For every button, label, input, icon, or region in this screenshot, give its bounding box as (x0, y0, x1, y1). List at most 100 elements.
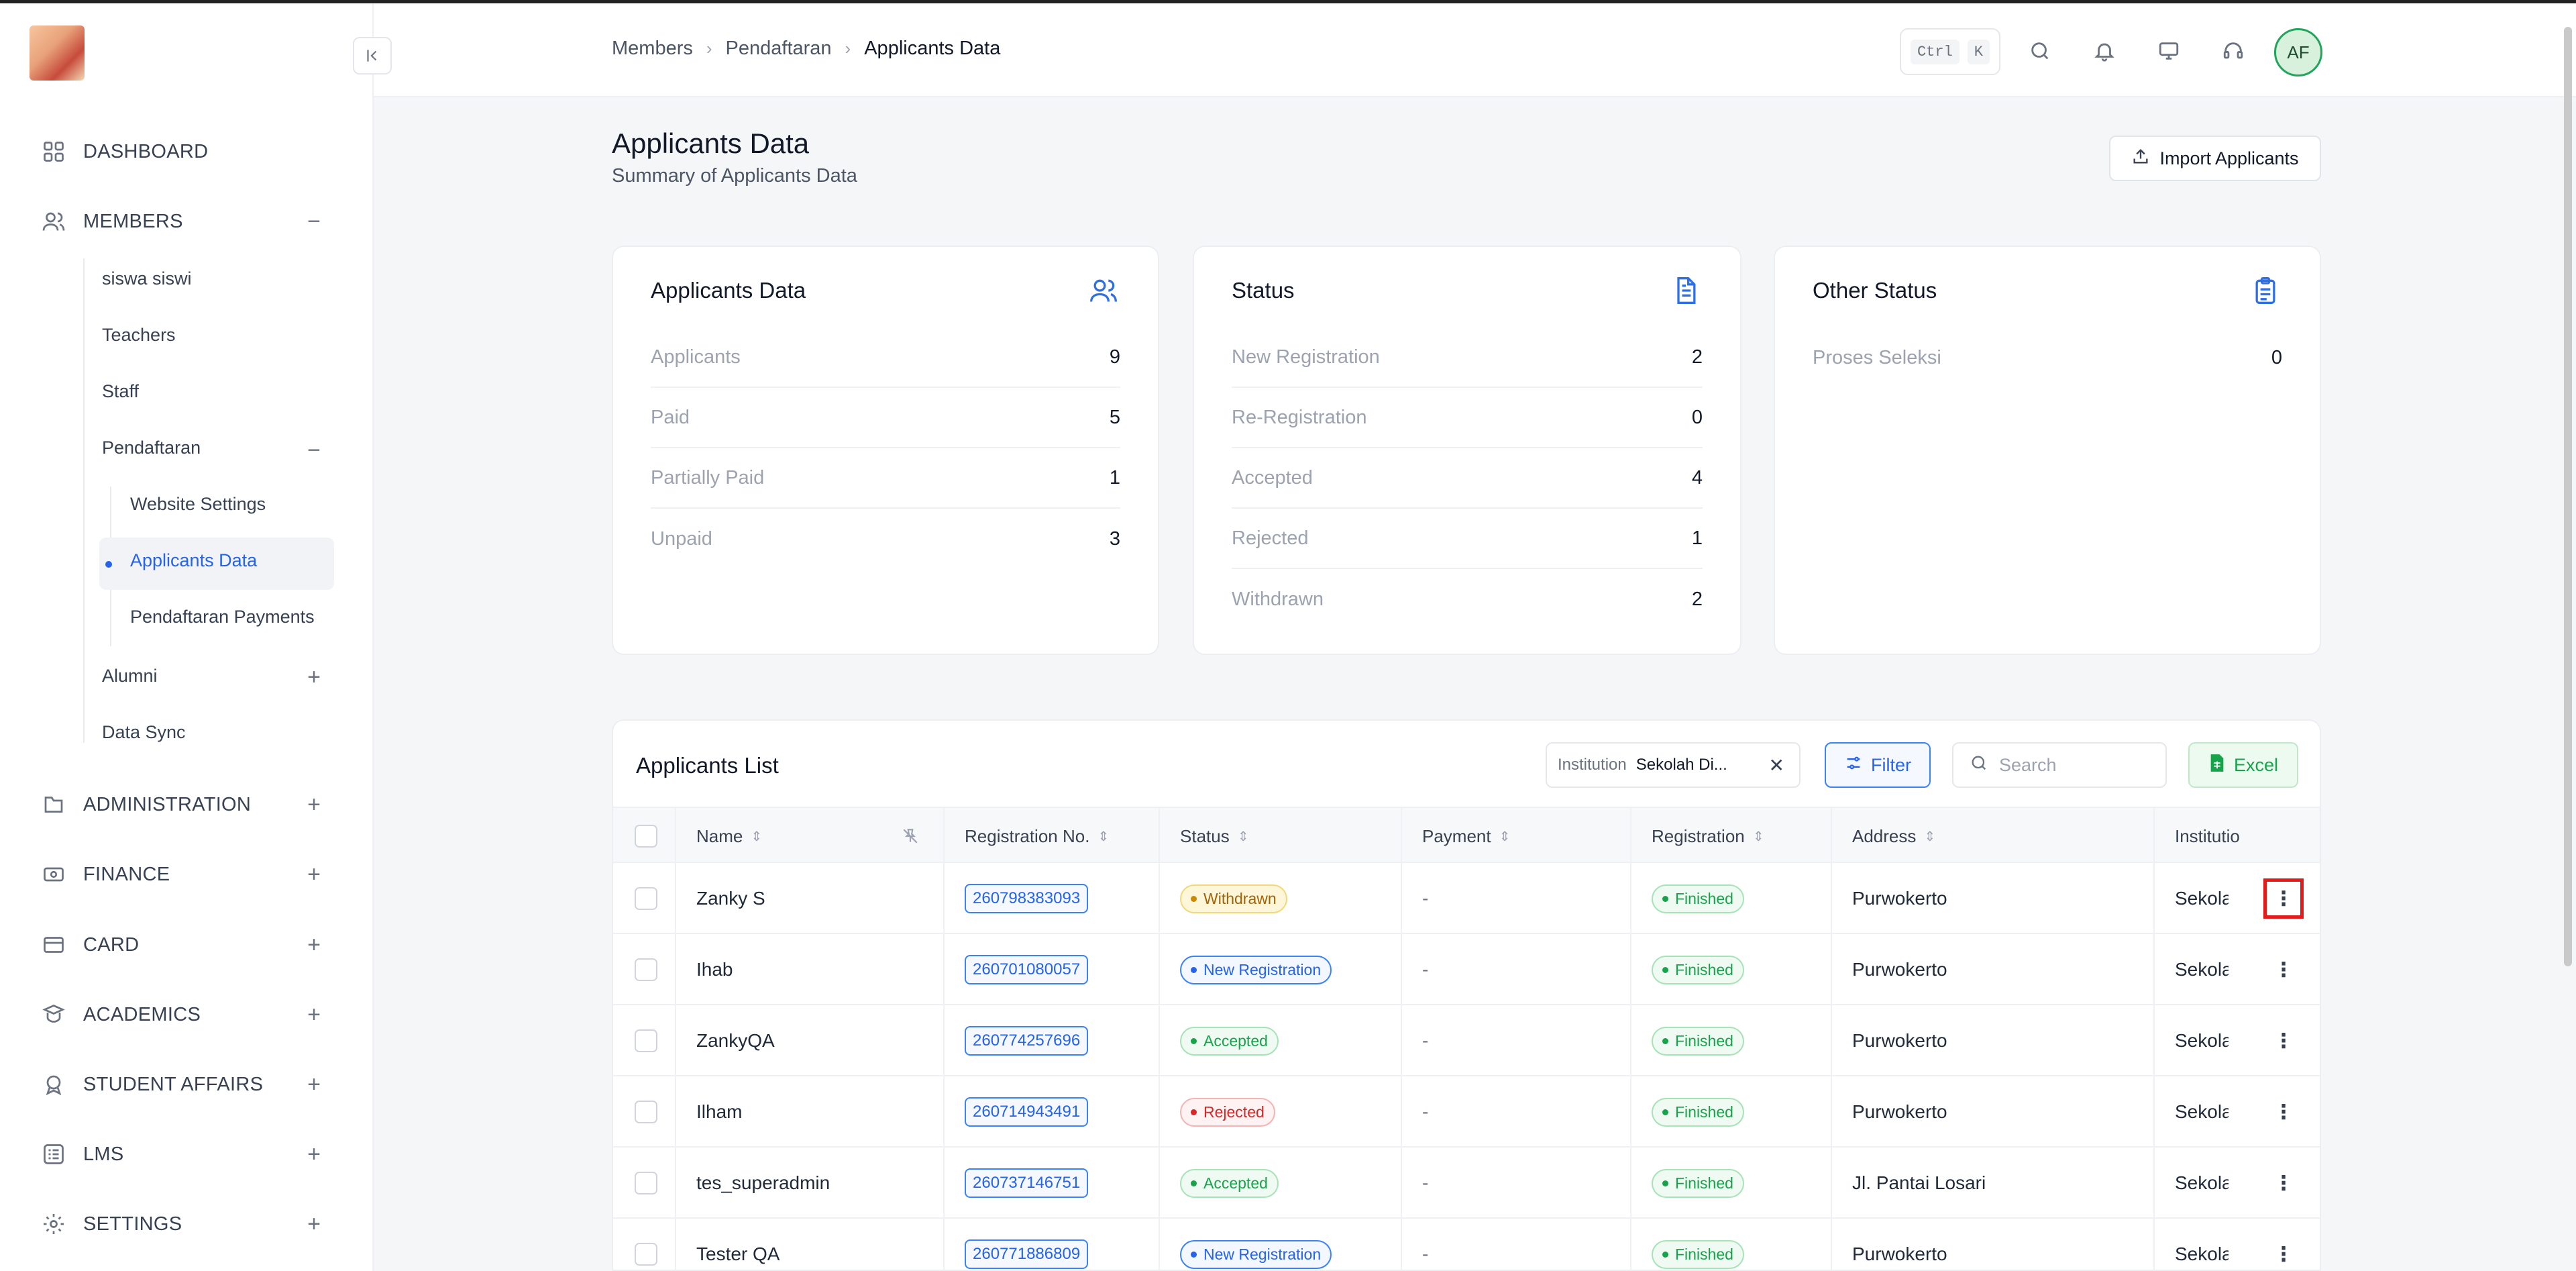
column-registration-no[interactable]: Registration No. ⇕ (965, 808, 1109, 864)
sort-icon: ⇕ (1924, 829, 1936, 844)
row-actions-kebab-icon[interactable]: ⋮ (2263, 950, 2304, 990)
settings-expand-toggle[interactable]: + (302, 1211, 326, 1237)
avatar[interactable]: AF (2274, 28, 2322, 77)
excel-export-button[interactable]: Excel (2188, 742, 2298, 788)
registration-number[interactable]: 260737146751 (965, 1168, 1089, 1198)
column-name[interactable]: Name ⇕ (696, 808, 762, 864)
table-header: Name ⇕ Registration No. ⇕ Status ⇕ Payment ⇕… (613, 807, 2320, 864)
breadcrumb-pendaftaran[interactable]: Pendaftaran (726, 38, 832, 60)
members-collapse-toggle[interactable]: − (302, 209, 326, 234)
table-row[interactable]: Ihab 260701080057 New Registration - Fin… (613, 934, 2320, 1005)
institution-filter-chip[interactable]: Institution Sekolah Di... ✕ (1546, 742, 1801, 788)
table-row[interactable]: Zanky S 260798383093 Withdrawn - Finishe… (613, 863, 2320, 934)
close-icon[interactable]: ✕ (1769, 754, 1784, 776)
table-row[interactable]: ZankyQA 260774257696 Accepted - Finished… (613, 1005, 2320, 1076)
registration-number[interactable]: 260714943491 (965, 1097, 1089, 1127)
breadcrumb-members[interactable]: Members (612, 38, 693, 60)
sidebar-item-teachers[interactable]: Teachers (102, 316, 176, 354)
select-all-checkbox[interactable] (635, 825, 657, 848)
bell-icon[interactable] (2091, 38, 2118, 64)
monitor-icon[interactable] (2155, 38, 2182, 64)
cell-registration-no[interactable]: 260701080057 (965, 934, 1089, 1005)
sidebar-item-siswa-siswi[interactable]: siswa siswi (102, 260, 192, 297)
row-actions-kebab-icon[interactable]: ⋮ (2263, 1092, 2304, 1132)
row-checkbox[interactable] (635, 1172, 657, 1194)
nav-dashboard[interactable]: DASHBOARD (40, 132, 208, 172)
column-label: Institutio (2175, 825, 2240, 846)
row-checkbox[interactable] (635, 1101, 657, 1123)
nav-members[interactable]: MEMBERS (40, 201, 183, 242)
column-payment[interactable]: Payment ⇕ (1422, 808, 1510, 864)
grid-icon (40, 138, 67, 165)
lms-expand-toggle[interactable]: + (302, 1141, 326, 1167)
users-icon (1087, 274, 1120, 307)
student-affairs-expand-toggle[interactable]: + (302, 1072, 326, 1097)
row-actions-kebab-icon[interactable]: ⋮ (2263, 878, 2304, 919)
sort-icon: ⇕ (751, 829, 763, 844)
row-actions-kebab-icon[interactable]: ⋮ (2263, 1234, 2304, 1270)
nav-finance[interactable]: FINANCE (40, 854, 170, 895)
cell-registration-no[interactable]: 260774257696 (965, 1005, 1089, 1076)
sidebar-item-data-sync[interactable]: Data Sync (102, 713, 186, 751)
column-institution[interactable]: Institutio (2175, 808, 2240, 864)
registration-number[interactable]: 260771886809 (965, 1239, 1089, 1269)
column-registration[interactable]: Registration ⇕ (1652, 808, 1764, 864)
import-applicants-button[interactable]: Import Applicants (2109, 136, 2321, 181)
table-row[interactable]: Ilham 260714943491 Rejected - Finished P… (613, 1076, 2320, 1148)
nav-lms[interactable]: LMS (40, 1134, 124, 1174)
sidebar-item-pendaftaran-payments[interactable]: Pendaftaran Payments (130, 598, 315, 636)
academics-expand-toggle[interactable]: + (302, 1002, 326, 1027)
filter-button[interactable]: Filter (1825, 742, 1931, 788)
cell-registration-no[interactable]: 260771886809 (965, 1219, 1089, 1270)
column-status[interactable]: Status ⇕ (1180, 808, 1248, 864)
finance-expand-toggle[interactable]: + (302, 862, 326, 887)
row-actions-kebab-icon[interactable]: ⋮ (2263, 1021, 2304, 1061)
cell-registration-no[interactable]: 260737146751 (965, 1148, 1089, 1219)
cell-address: Purwokerto (1852, 888, 1947, 909)
table-row[interactable]: Tester QA 260771886809 New Registration … (613, 1219, 2320, 1270)
row-checkbox[interactable] (635, 887, 657, 910)
column-address[interactable]: Address ⇕ (1852, 808, 1935, 864)
row-checkbox[interactable] (635, 1029, 657, 1052)
table-row[interactable]: tes_superadmin 260737146751 Accepted - F… (613, 1148, 2320, 1219)
alumni-expand-toggle[interactable]: + (302, 664, 326, 690)
search-input[interactable]: Search (1952, 742, 2167, 788)
search-icon[interactable] (2027, 38, 2053, 64)
registration-number[interactable]: 260701080057 (965, 955, 1089, 984)
sidebar-item-applicants-data[interactable]: Applicants Data (130, 542, 257, 579)
page-scrollbar[interactable] (2564, 27, 2572, 966)
stat-row: Re-Registration 0 (1232, 388, 1703, 448)
cell-payment: - (1422, 959, 1429, 980)
clipboard-icon (2249, 274, 2282, 307)
pendaftaran-collapse-toggle[interactable]: − (302, 438, 326, 463)
nav-administration[interactable]: ADMINISTRATION (40, 784, 251, 825)
collapse-left-icon[interactable] (353, 37, 392, 74)
cell-registration-no[interactable]: 260798383093 (965, 863, 1089, 934)
headset-icon[interactable] (2220, 38, 2247, 64)
command-palette-shortcut[interactable]: Ctrl K (1900, 28, 2000, 75)
app-logo[interactable] (30, 26, 85, 81)
administration-expand-toggle[interactable]: + (302, 792, 326, 817)
nav-settings[interactable]: SETTINGS (40, 1204, 182, 1244)
sort-icon: ⇕ (1499, 829, 1511, 844)
sidebar-item-website-settings[interactable]: Website Settings (130, 485, 266, 523)
sidebar-item-staff[interactable]: Staff (102, 372, 139, 410)
card-expand-toggle[interactable]: + (302, 932, 326, 958)
nav-academics[interactable]: ACADEMICS (40, 995, 201, 1035)
registration-number[interactable]: 260774257696 (965, 1026, 1089, 1056)
nav-student-affairs[interactable]: STUDENT AFFAIRS (40, 1064, 263, 1105)
cell-registration-no[interactable]: 260714943491 (965, 1076, 1089, 1148)
chevron-right-icon: › (706, 38, 712, 58)
nav-card[interactable]: CARD (40, 925, 139, 965)
column-label: Status (1180, 825, 1230, 846)
sidebar-item-pendaftaran[interactable]: Pendaftaran (102, 429, 201, 466)
registration-text: Finished (1675, 1174, 1733, 1192)
unpin-icon[interactable] (902, 808, 919, 864)
registration-number[interactable]: 260798383093 (965, 884, 1089, 913)
row-actions-kebab-icon[interactable]: ⋮ (2263, 1163, 2304, 1203)
sidebar-item-alumni[interactable]: Alumni (102, 657, 158, 695)
row-checkbox[interactable] (635, 958, 657, 981)
cell-payment: - (1422, 1172, 1429, 1193)
row-checkbox[interactable] (635, 1243, 657, 1266)
card-title: Status (1232, 278, 1295, 303)
